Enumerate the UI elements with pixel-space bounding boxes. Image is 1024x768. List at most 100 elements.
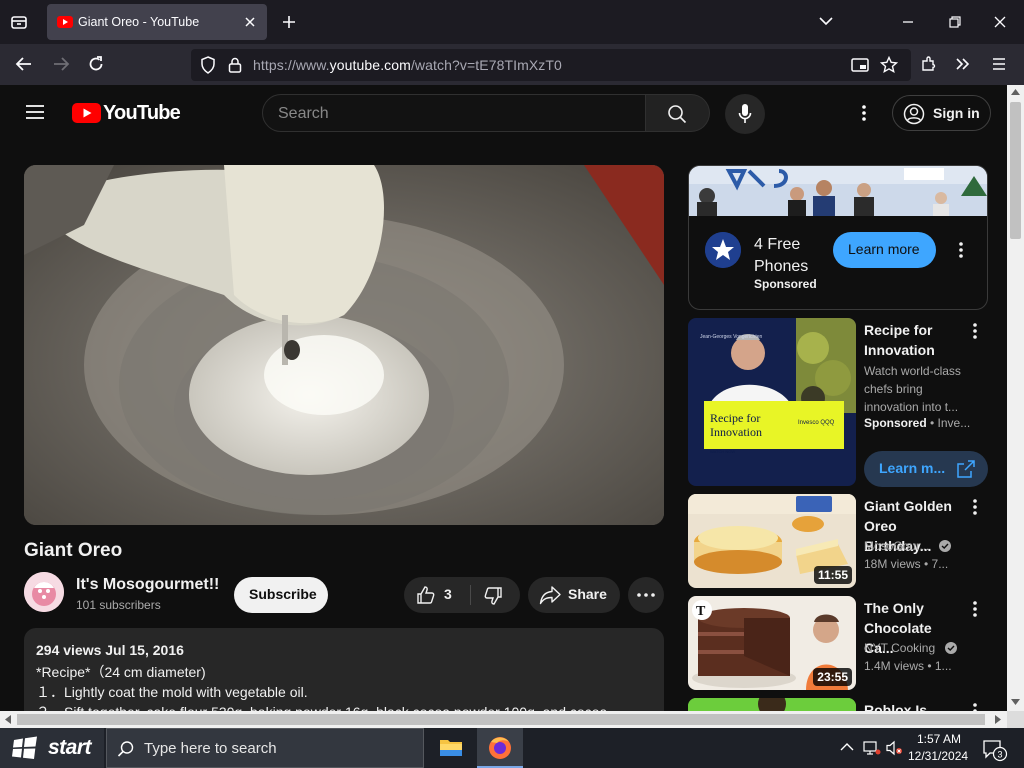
verified-check-icon xyxy=(938,540,951,552)
scroll-right-arrow-icon[interactable] xyxy=(995,715,1001,724)
sponsored-video-item[interactable]: Recipe for Innovation Invesco QQQ WATCH … xyxy=(688,318,988,488)
video-duration: 23:55 xyxy=(813,668,852,686)
back-arrow-icon[interactable] xyxy=(15,56,33,72)
like-count: 3 xyxy=(444,586,452,602)
start-button[interactable]: start xyxy=(0,728,104,768)
youtube-favicon-icon xyxy=(57,16,73,28)
more-tools-chevron-icon[interactable] xyxy=(955,56,971,72)
svg-text:T: T xyxy=(696,604,706,619)
video-item-title[interactable]: Recipe for Innovation xyxy=(864,320,964,360)
extensions-icon[interactable] xyxy=(920,55,938,73)
sign-in-button[interactable]: Sign in xyxy=(892,95,991,131)
view-count-date: 294 views Jul 15, 2016 xyxy=(36,642,184,658)
channel-name[interactable]: It's Mosogourmet!! xyxy=(76,576,219,594)
network-icon[interactable] xyxy=(863,740,881,756)
volume-muted-icon[interactable] xyxy=(885,740,903,756)
file-explorer-taskbar-icon[interactable] xyxy=(431,728,471,768)
horizontal-scroll-thumb[interactable] xyxy=(17,714,985,725)
browser-tab-bar: Giant Oreo - YouTube xyxy=(0,0,1024,44)
windows-taskbar: start Type here to search 1:57 AM 12/31/… xyxy=(0,728,1024,768)
scroll-down-arrow-icon[interactable] xyxy=(1011,699,1020,705)
url-text: https://www.youtube.com/watch?v=tE78TImX… xyxy=(253,57,562,73)
thumb-watch: WATCH NOW xyxy=(710,449,735,454)
video-item-kebab-icon[interactable] xyxy=(972,322,978,340)
youtube-logo-icon[interactable] xyxy=(72,103,101,123)
youtube-page: YouTube Search Sign in Giant Oreo It's M… xyxy=(0,85,1007,711)
ad-learn-more-button[interactable]: Learn more xyxy=(833,232,936,268)
video-item-channel: MosoGour... xyxy=(864,539,951,553)
minimize-icon[interactable] xyxy=(901,15,915,29)
video-item-kebab-icon[interactable] xyxy=(972,702,978,711)
youtube-logo-text[interactable]: YouTube xyxy=(103,102,181,125)
share-button[interactable]: Share xyxy=(528,577,620,613)
guide-menu-icon[interactable] xyxy=(25,104,45,120)
video-thumbnail[interactable]: T 23:55 xyxy=(688,596,856,690)
ad-title: 4 Free Phones xyxy=(754,236,809,275)
account-circle-icon xyxy=(903,103,925,125)
ad-kebab-icon[interactable] xyxy=(958,241,964,259)
tracking-shield-icon[interactable] xyxy=(200,56,216,74)
video-duration: 11:55 xyxy=(813,566,852,584)
tab-list-icon[interactable] xyxy=(10,13,28,31)
thumb-text-line2: Innovation xyxy=(710,425,762,439)
more-horizontal-icon xyxy=(637,593,655,597)
taskbar-clock-date[interactable]: 12/31/2024 xyxy=(908,749,968,763)
video-thumbnail[interactable]: Recipe for Innovation Invesco QQQ WATCH … xyxy=(688,318,856,486)
vertical-scroll-thumb[interactable] xyxy=(1010,102,1021,239)
video-player[interactable] xyxy=(24,165,664,525)
bookmark-star-icon[interactable] xyxy=(880,56,898,74)
search-input[interactable]: Search xyxy=(262,94,646,132)
search-button[interactable] xyxy=(646,94,710,132)
share-arrow-icon xyxy=(539,585,561,605)
browser-tab-active[interactable]: Giant Oreo - YouTube xyxy=(47,4,267,40)
show-hidden-icons-chevron-icon[interactable] xyxy=(840,742,854,752)
taskbar-search-box[interactable]: Type here to search xyxy=(106,728,424,768)
horizontal-scrollbar[interactable] xyxy=(0,711,1007,728)
new-tab-icon[interactable] xyxy=(281,14,297,30)
video-item-title[interactable]: Roblox Is... xyxy=(864,700,964,711)
scroll-up-arrow-icon[interactable] xyxy=(1011,89,1020,95)
video-list-item[interactable]: Roblox Is... xyxy=(688,698,988,711)
video-item-kebab-icon[interactable] xyxy=(972,498,978,516)
video-item-kebab-icon[interactable] xyxy=(972,600,978,618)
action-center-icon[interactable]: 3 xyxy=(982,738,1008,762)
video-thumbnail[interactable] xyxy=(688,698,856,711)
settings-kebab-icon[interactable] xyxy=(861,104,867,122)
lock-icon[interactable] xyxy=(228,57,242,73)
firefox-taskbar-icon[interactable] xyxy=(477,728,523,768)
scrollbar-corner xyxy=(1007,711,1024,728)
vertical-scrollbar[interactable] xyxy=(1007,85,1024,711)
restore-icon[interactable] xyxy=(948,15,962,29)
close-window-icon[interactable] xyxy=(993,15,1007,29)
video-list-item[interactable]: 11:55 Giant Golden Oreo Birthday... Moso… xyxy=(688,494,988,588)
taskbar-search-icon xyxy=(117,740,135,758)
sponsored-learn-more-button[interactable]: Learn m... xyxy=(864,451,988,487)
voice-search-button[interactable] xyxy=(725,94,765,134)
app-menu-icon[interactable] xyxy=(991,57,1007,71)
more-actions-button[interactable] xyxy=(628,577,664,613)
thumb-text-line1: Recipe for xyxy=(710,411,760,425)
description-box[interactable]: 294 views Jul 15, 2016 *Recipe*（24 cm di… xyxy=(24,628,664,711)
video-list-item[interactable]: T 23:55 The Only Chocolate Ca... NYT Coo… xyxy=(688,596,988,690)
subscribe-button[interactable]: Subscribe xyxy=(234,577,328,613)
video-thumbnail[interactable]: 11:55 xyxy=(688,494,856,588)
scroll-left-arrow-icon[interactable] xyxy=(5,715,11,724)
like-button[interactable]: 3 xyxy=(404,577,470,613)
close-tab-icon[interactable] xyxy=(243,15,257,29)
picture-in-picture-icon[interactable] xyxy=(851,57,869,73)
windows-logo-icon xyxy=(10,736,40,760)
verified-check-icon xyxy=(944,642,957,654)
channel-avatar[interactable] xyxy=(24,572,64,612)
video-title: Giant Oreo xyxy=(24,540,123,561)
notification-count: 3 xyxy=(998,750,1003,760)
forward-arrow-icon[interactable] xyxy=(52,56,70,72)
sponsored-ad-card[interactable]: 4 Free Phones Sponsored Learn more xyxy=(688,165,988,310)
ad-sponsored-label: Sponsored xyxy=(754,277,817,291)
dislike-button[interactable] xyxy=(471,577,520,613)
video-item-stats: 1.4M views • 1... xyxy=(864,659,952,673)
reload-icon[interactable] xyxy=(87,55,105,73)
taskbar-clock-time[interactable]: 1:57 AM xyxy=(917,732,961,746)
url-bar[interactable]: https://www.youtube.com/watch?v=tE78TImX… xyxy=(191,49,911,81)
list-all-tabs-icon[interactable] xyxy=(818,15,834,27)
video-item-sponsored: Sponsored • Inve... xyxy=(864,416,971,430)
